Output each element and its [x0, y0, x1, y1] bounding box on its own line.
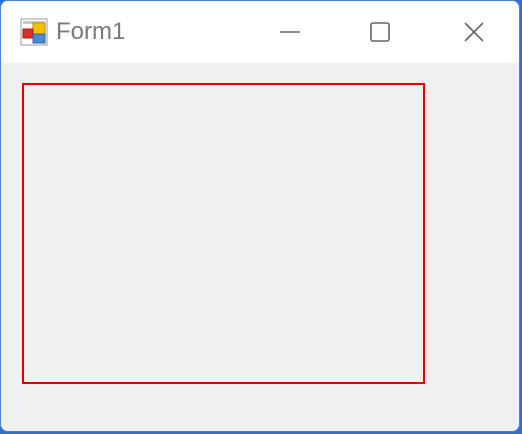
close-button[interactable] [429, 1, 519, 63]
minimize-icon [280, 31, 300, 33]
window-title: Form1 [56, 18, 126, 45]
client-area [1, 63, 519, 431]
minimize-button[interactable] [245, 1, 335, 63]
maximize-button[interactable] [335, 1, 425, 63]
title-bar[interactable]: Form1 [1, 1, 519, 63]
form1-window: Form1 [0, 0, 520, 432]
maximize-icon [370, 22, 390, 42]
red-bordered-panel [22, 83, 425, 384]
close-icon [464, 22, 484, 42]
winforms-app-icon [20, 18, 48, 46]
